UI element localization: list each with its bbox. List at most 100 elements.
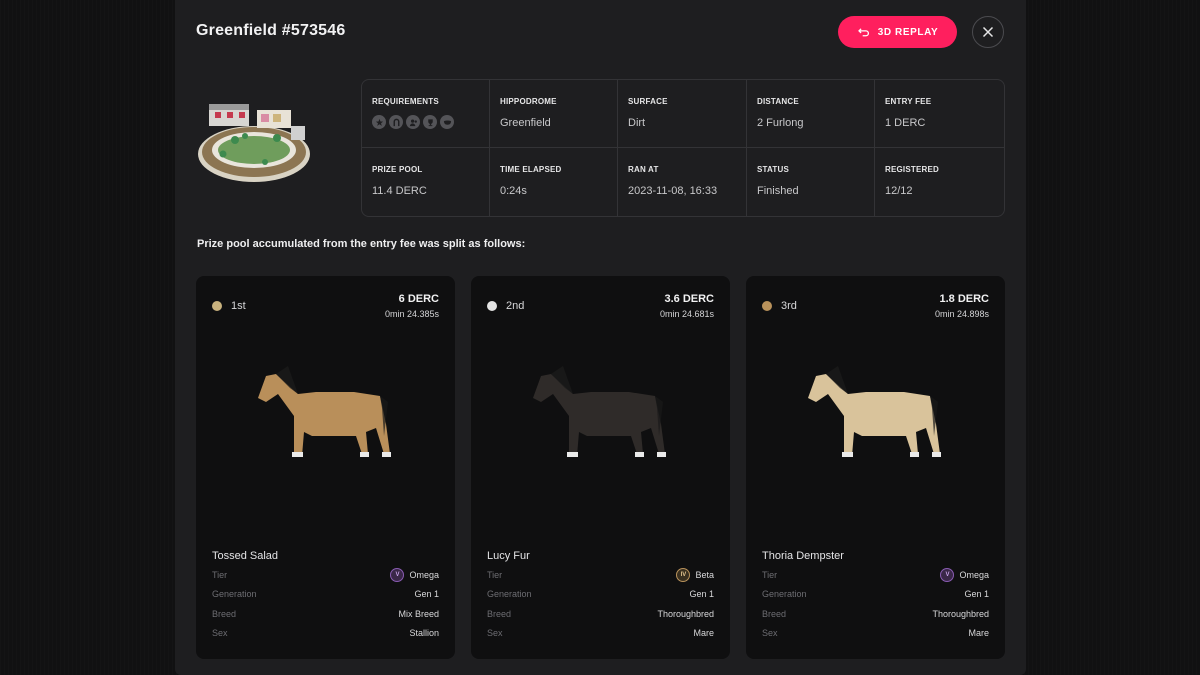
- attr-label: Tier: [487, 570, 503, 580]
- place-text: 3rd: [781, 300, 797, 312]
- attr-label: Generation: [487, 589, 532, 599]
- attr-tier: Tier V Omega: [762, 568, 989, 582]
- attr-value: Omega: [959, 570, 989, 580]
- attr-value: Stallion: [409, 628, 439, 638]
- attr-breed: Breed Mix Breed: [212, 607, 439, 621]
- finish-time: 0min 24.385s: [384, 309, 439, 319]
- place-medal-icon: [212, 301, 222, 311]
- info-label: REQUIREMENTS: [372, 97, 439, 106]
- attr-value: Gen 1: [689, 589, 714, 599]
- 3d-replay-button[interactable]: 3D REPLAY: [838, 16, 957, 48]
- info-label: TIME ELAPSED: [500, 165, 562, 174]
- trophy-icon[interactable]: [423, 115, 437, 129]
- place-label: 1st: [212, 300, 246, 312]
- prize-amount: 6 DERC: [398, 293, 439, 305]
- horse-3d-image: [533, 366, 666, 457]
- attr-sex: Sex Stallion: [212, 626, 439, 640]
- info-label: HIPPODROME: [500, 97, 557, 106]
- attr-tier: Tier IV Beta: [487, 568, 714, 582]
- info-value: 11.4 DERC: [372, 185, 427, 197]
- 3d-replay-label: 3D REPLAY: [877, 26, 939, 38]
- star-icon[interactable]: [372, 115, 386, 129]
- info-ran-at: RAN AT 2023-11-08, 16:33: [618, 148, 747, 216]
- attr-value: Thoroughbred: [657, 609, 714, 619]
- attr-tier: Tier V Omega: [212, 568, 439, 582]
- info-value: 1 DERC: [885, 117, 926, 129]
- attr-value: Mare: [968, 628, 989, 638]
- tier-badge-icon: V: [940, 568, 955, 582]
- info-time-elapsed: TIME ELAPSED 0:24s: [490, 148, 618, 216]
- info-requirements: REQUIREMENTS: [362, 80, 490, 148]
- attr-value: Mare: [693, 628, 714, 638]
- attr-value: Gen 1: [964, 589, 989, 599]
- info-label: RAN AT: [628, 165, 659, 174]
- race-info-grid: REQUIREMENTS HIPPODROME Greenfield SURFA…: [361, 79, 1005, 217]
- attr-value: Omega: [409, 570, 439, 580]
- info-value: 2 Furlong: [757, 117, 804, 129]
- attr-sex: Sex Mare: [487, 626, 714, 640]
- prize-amount: 1.8 DERC: [939, 293, 989, 305]
- attr-generation: Generation Gen 1: [487, 587, 714, 601]
- info-label: REGISTERED: [885, 165, 940, 174]
- attr-label: Sex: [762, 628, 778, 638]
- race-result-modal: Greenfield #573546 3D REPLAY REQUIREMENT…: [175, 0, 1026, 675]
- prize-amount: 3.6 DERC: [664, 293, 714, 305]
- info-entry-fee: ENTRY FEE 1 DERC: [875, 80, 1004, 148]
- finish-time: 0min 24.681s: [659, 309, 714, 319]
- info-value: 0:24s: [500, 185, 527, 197]
- place-label: 3rd: [762, 300, 797, 312]
- attr-label: Breed: [212, 609, 237, 619]
- attr-sex: Sex Mare: [762, 626, 989, 640]
- info-value: 2023-11-08, 16:33: [628, 185, 718, 197]
- info-label: PRIZE POOL: [372, 165, 423, 174]
- place-medal-icon: [762, 301, 772, 311]
- prize-split-text: Prize pool accumulated from the entry fe…: [197, 238, 526, 250]
- tier-badge-icon: IV: [676, 568, 691, 582]
- info-surface: SURFACE Dirt: [618, 80, 747, 148]
- attr-label: Generation: [212, 589, 257, 599]
- place-text: 2nd: [506, 300, 525, 312]
- place-text: 1st: [231, 300, 246, 312]
- horse-name[interactable]: Lucy Fur: [487, 550, 530, 562]
- result-card-3rd[interactable]: 3rd 1.8 DERC 0min 24.898s Thoria Dempste…: [746, 276, 1005, 659]
- info-value: 12/12: [885, 185, 913, 197]
- replay-icon: [857, 27, 869, 36]
- horse-name[interactable]: Tossed Salad: [212, 550, 278, 562]
- info-value: Dirt: [628, 117, 646, 129]
- tier-badge-icon: V: [390, 568, 405, 582]
- close-button[interactable]: [972, 16, 1004, 48]
- attr-label: Generation: [762, 589, 807, 599]
- horse-3d-image: [808, 366, 941, 457]
- attr-label: Tier: [212, 570, 228, 580]
- attr-value: Beta: [695, 570, 714, 580]
- attr-label: Breed: [487, 609, 512, 619]
- horse-name[interactable]: Thoria Dempster: [762, 550, 844, 562]
- attr-breed: Breed Thoroughbred: [762, 607, 989, 621]
- info-label: STATUS: [757, 165, 790, 174]
- info-hippodrome: HIPPODROME Greenfield: [490, 80, 618, 148]
- mask-icon[interactable]: [440, 115, 454, 129]
- finish-time: 0min 24.898s: [934, 309, 989, 319]
- attr-value: Mix Breed: [398, 609, 439, 619]
- close-icon: [982, 26, 994, 38]
- info-prize-pool: PRIZE POOL 11.4 DERC: [362, 148, 490, 216]
- attr-generation: Generation Gen 1: [212, 587, 439, 601]
- info-label: DISTANCE: [757, 97, 799, 106]
- info-value: Finished: [757, 185, 799, 197]
- attr-value: Thoroughbred: [932, 609, 989, 619]
- attr-label: Sex: [212, 628, 228, 638]
- hippodrome-track-image: [198, 104, 310, 182]
- attr-label: Sex: [487, 628, 503, 638]
- horseshoe-icon[interactable]: [389, 115, 403, 129]
- place-medal-icon: [487, 301, 497, 311]
- info-label: SURFACE: [628, 97, 668, 106]
- page-title: Greenfield #573546: [196, 22, 346, 39]
- attr-label: Tier: [762, 570, 778, 580]
- user-group-icon[interactable]: [406, 115, 420, 129]
- result-card-2nd[interactable]: 2nd 3.6 DERC 0min 24.681s Lucy Fur Tier …: [471, 276, 730, 659]
- result-card-1st[interactable]: 1st 6 DERC 0min 24.385s Tossed Salad Tie…: [196, 276, 455, 659]
- place-label: 2nd: [487, 300, 524, 312]
- info-distance: DISTANCE 2 Furlong: [747, 80, 875, 148]
- info-status: STATUS Finished: [747, 148, 875, 216]
- horse-3d-image: [258, 366, 391, 457]
